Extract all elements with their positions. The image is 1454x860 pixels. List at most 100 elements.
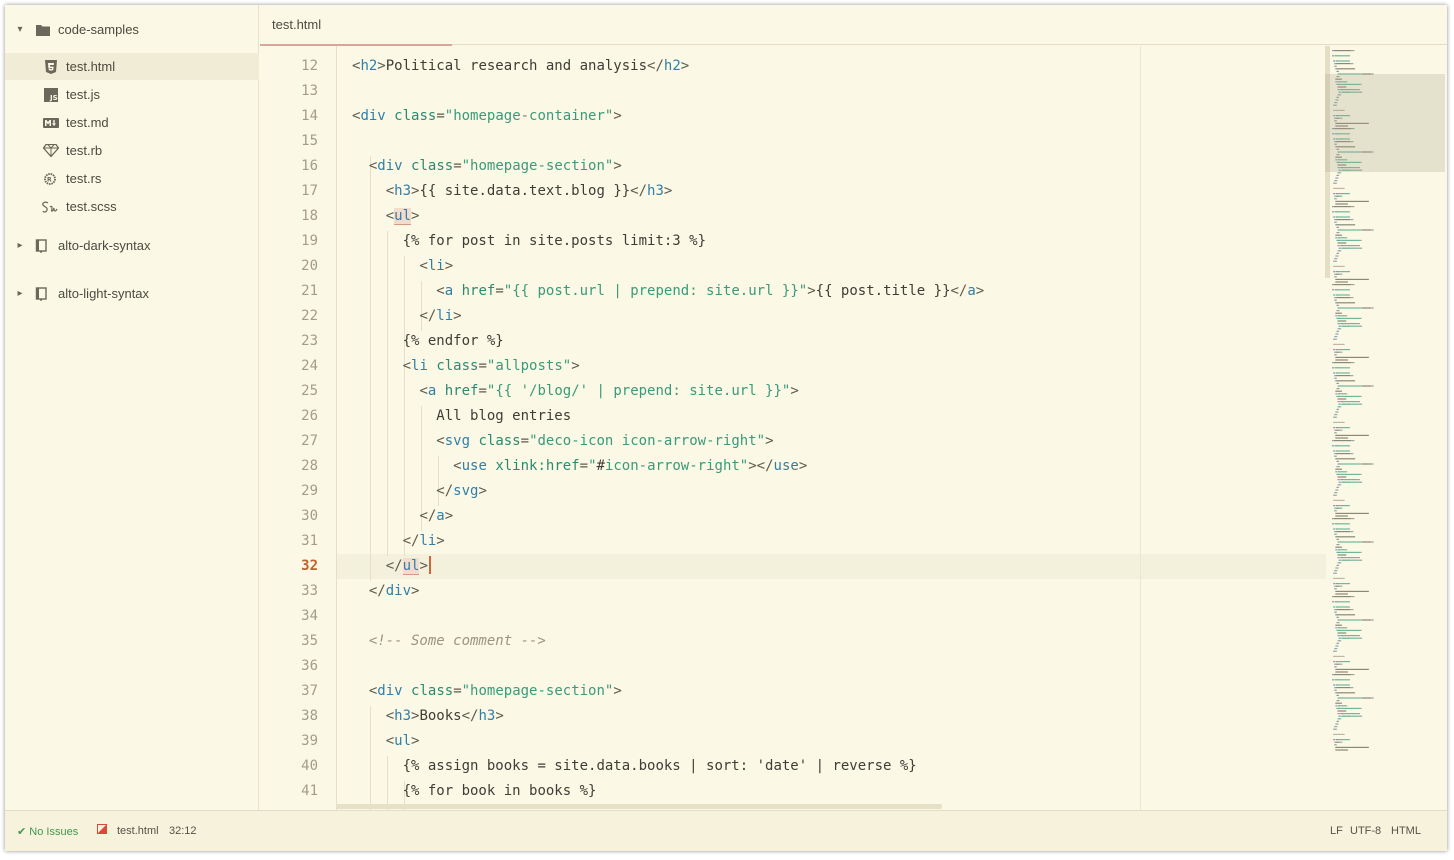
- minimap-line: [1340, 195, 1342, 197]
- status-file-name[interactable]: test.html: [117, 825, 159, 837]
- code-line[interactable]: </svg>: [352, 479, 487, 504]
- code-line[interactable]: <a href="{{ '/blog/' | prepend: site.url…: [352, 379, 798, 404]
- code-line[interactable]: <h3>{{ site.data.text.blog }}</h3>: [352, 179, 673, 204]
- code-line[interactable]: </li>: [352, 304, 461, 329]
- line-number[interactable]: 41: [260, 779, 318, 804]
- minimap-line: [1337, 388, 1339, 390]
- line-number[interactable]: 36: [260, 654, 318, 679]
- code-line[interactable]: All blog entries: [352, 404, 571, 429]
- code-line[interactable]: </li>: [352, 529, 445, 554]
- minimap-line: [1337, 237, 1341, 239]
- line-number[interactable]: 27: [260, 429, 318, 454]
- tree-file-scss[interactable]: test.scss: [5, 193, 259, 220]
- file-modified-icon[interactable]: [97, 824, 107, 837]
- tree-file-rs[interactable]: R test.rs: [5, 165, 259, 192]
- line-number[interactable]: 18: [260, 204, 318, 229]
- tree-file-js[interactable]: JS test.js: [5, 81, 259, 108]
- minimap-line: [1336, 616, 1339, 618]
- tree-file-label: test.scss: [66, 199, 117, 214]
- line-number[interactable]: 35: [260, 629, 318, 654]
- line-number[interactable]: 29: [260, 479, 318, 504]
- line-number[interactable]: 31: [260, 529, 318, 554]
- line-number[interactable]: 19: [260, 229, 318, 254]
- tree-file-rb[interactable]: test.rb: [5, 137, 259, 164]
- line-number[interactable]: 22: [260, 304, 318, 329]
- minimap-line: [1334, 284, 1352, 286]
- line-number[interactable]: 38: [260, 704, 318, 729]
- tree-file-label: test.html: [66, 59, 116, 74]
- line-number[interactable]: 34: [260, 604, 318, 629]
- code-line[interactable]: </a>: [352, 504, 453, 529]
- tree-file-md[interactable]: test.md: [5, 109, 259, 136]
- code-line[interactable]: <ul>: [352, 204, 419, 229]
- line-number[interactable]: 30: [260, 504, 318, 529]
- minimap-line: [1338, 328, 1341, 330]
- minimap-line: [1334, 570, 1336, 572]
- code-line[interactable]: <use xlink:href="#icon-arrow-right"></us…: [352, 454, 807, 479]
- tree-folder-alto-dark[interactable]: ▸ alto-dark-syntax: [5, 232, 259, 259]
- minimap-line: [1340, 585, 1342, 587]
- code-line[interactable]: {% for post in site.posts limit:3 %}: [352, 229, 706, 254]
- minimap-line: [1334, 523, 1338, 525]
- code-token: h2: [360, 58, 378, 74]
- code-line[interactable]: </ul>: [352, 554, 431, 579]
- line-number[interactable]: 25: [260, 379, 318, 404]
- tree-view: ▾ code-samples test.html JS test.js test…: [5, 5, 259, 810]
- minimap[interactable]: [1325, 46, 1447, 810]
- line-number[interactable]: 32: [260, 554, 318, 579]
- line-number[interactable]: 26: [260, 404, 318, 429]
- code-line[interactable]: </div>: [352, 579, 420, 604]
- code-line[interactable]: <div class="homepage-container">: [352, 104, 622, 129]
- horizontal-scrollbar[interactable]: [336, 804, 942, 809]
- code-line[interactable]: {% for book in books %}: [352, 779, 597, 804]
- code-line[interactable]: <a href="{{ post.url | prepend: site.url…: [352, 279, 984, 304]
- tree-root-folder[interactable]: ▾ code-samples: [5, 16, 259, 43]
- line-number[interactable]: 17: [260, 179, 318, 204]
- code-line[interactable]: <svg class="deco-icon icon-arrow-right">: [352, 429, 773, 454]
- code-line[interactable]: <li class="allposts">: [352, 354, 580, 379]
- code-line[interactable]: {% assign books = site.data.books | sort…: [352, 754, 917, 779]
- linter-status[interactable]: ✔ No Issues: [17, 825, 78, 838]
- code-line[interactable]: <li>: [352, 254, 453, 279]
- code-editor[interactable]: 12 <h2>Political research and analysis</h…: [260, 46, 1447, 810]
- grammar[interactable]: HTML: [1391, 825, 1421, 837]
- code-line[interactable]: <ul>: [352, 729, 420, 754]
- tree-folder-alto-light[interactable]: ▸ alto-light-syntax: [5, 280, 259, 307]
- line-number[interactable]: 33: [260, 579, 318, 604]
- line-number[interactable]: 23: [260, 329, 318, 354]
- code-line[interactable]: {% endfor %}: [352, 329, 504, 354]
- line-ending[interactable]: LF: [1330, 825, 1343, 837]
- line-number[interactable]: 28: [260, 454, 318, 479]
- chevron-down-icon[interactable]: ▾: [15, 24, 25, 35]
- chevron-right-icon[interactable]: ▸: [15, 288, 25, 299]
- line-number[interactable]: 12: [260, 54, 318, 79]
- tab-test-html[interactable]: test.html: [260, 5, 452, 46]
- code-token: {% assign books = site.data.books | sort…: [402, 758, 917, 774]
- line-number[interactable]: 40: [260, 754, 318, 779]
- line-number[interactable]: 24: [260, 354, 318, 379]
- line-number[interactable]: 14: [260, 104, 318, 129]
- minimap-line: [1334, 648, 1336, 650]
- code-line[interactable]: <h3>Books</h3>: [352, 704, 504, 729]
- tree-file-html[interactable]: test.html: [5, 53, 259, 80]
- code-token: li: [427, 258, 445, 274]
- cursor-position[interactable]: 32:12: [169, 825, 197, 837]
- line-number[interactable]: 13: [260, 79, 318, 104]
- code-line[interactable]: <div class="homepage-section">: [352, 154, 622, 179]
- line-number[interactable]: 15: [260, 129, 318, 154]
- minimap-line: [1335, 234, 1342, 236]
- minimap-visible-area[interactable]: [1325, 74, 1445, 172]
- minimap-line: [1351, 219, 1353, 221]
- line-number[interactable]: 21: [260, 279, 318, 304]
- encoding[interactable]: UTF-8: [1350, 825, 1381, 837]
- chevron-right-icon[interactable]: ▸: [15, 240, 25, 251]
- line-number[interactable]: 39: [260, 729, 318, 754]
- code-line[interactable]: <!-- Some comment -->: [352, 629, 546, 654]
- minimap-line: [1336, 486, 1338, 488]
- line-number[interactable]: 20: [260, 254, 318, 279]
- code-line[interactable]: <div class="homepage-section">: [352, 679, 622, 704]
- line-number[interactable]: 37: [260, 679, 318, 704]
- code-line[interactable]: <h2>Political research and analysis</h2>: [352, 54, 689, 79]
- minimap-line: [1337, 232, 1339, 234]
- line-number[interactable]: 16: [260, 154, 318, 179]
